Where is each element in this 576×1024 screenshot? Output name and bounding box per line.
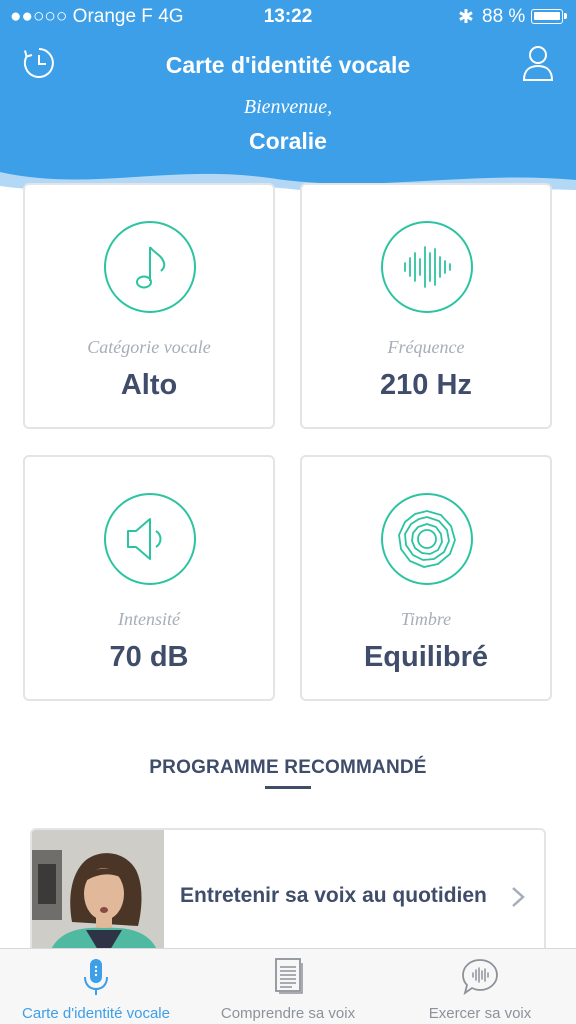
card-value: 70 dB bbox=[109, 641, 189, 673]
card-value: Equilibré bbox=[363, 641, 489, 673]
tab-label: Exercer sa voix bbox=[428, 1005, 532, 1022]
tab-bar: Carte d'identité vocale Comprendre sa vo… bbox=[0, 948, 576, 1024]
program-title: Entretenir sa voix au quotidien bbox=[180, 884, 487, 907]
waveform-icon bbox=[381, 221, 473, 313]
tab-vocal-id[interactable]: Carte d'identité vocale bbox=[0, 949, 192, 1024]
microphone-icon bbox=[84, 959, 108, 995]
section-underline bbox=[265, 786, 311, 789]
chevron-right-icon bbox=[512, 887, 525, 907]
card-timbre[interactable]: Timbre Equilibré bbox=[300, 455, 552, 701]
music-note-icon bbox=[104, 221, 196, 313]
card-vocal-category[interactable]: Catégorie vocale Alto bbox=[23, 183, 275, 429]
card-label: Intensité bbox=[118, 609, 180, 629]
recommended-program-card[interactable]: Entretenir sa voix au quotidien bbox=[30, 828, 546, 958]
card-label: Fréquence bbox=[387, 337, 465, 357]
tab-label: Carte d'identité vocale bbox=[22, 1005, 170, 1022]
bluetooth-icon: ✱ bbox=[458, 7, 474, 28]
speaker-icon bbox=[104, 493, 196, 585]
document-icon bbox=[275, 958, 303, 994]
card-label: Catégorie vocale bbox=[87, 337, 211, 357]
tab-label: Comprendre sa voix bbox=[220, 1005, 356, 1022]
tab-understand-voice[interactable]: Comprendre sa voix bbox=[192, 949, 384, 1024]
page-title: Carte d'identité vocale bbox=[165, 52, 411, 78]
battery-icon bbox=[531, 9, 567, 24]
timbre-rings-icon bbox=[381, 493, 473, 585]
card-value: Alto bbox=[120, 369, 178, 401]
program-thumbnail bbox=[32, 830, 164, 956]
speech-bubble-icon bbox=[462, 959, 498, 996]
status-bar: ●●○○○ Orange F 4G 13:22 ✱ 88 % bbox=[0, 0, 576, 34]
header: ●●○○○ Orange F 4G 13:22 ✱ 88 % Carte d'i… bbox=[0, 0, 576, 200]
battery-percent: 88 % bbox=[482, 6, 526, 27]
card-value: 210 Hz bbox=[380, 369, 472, 401]
tab-practice-voice[interactable]: Exercer sa voix bbox=[384, 949, 576, 1024]
section-title: PROGRAMME RECOMMANDÉ bbox=[149, 757, 427, 778]
welcome-text: Bienvenue, bbox=[243, 96, 333, 118]
profile-icon[interactable] bbox=[521, 44, 555, 82]
card-label: Timbre bbox=[400, 609, 452, 629]
card-intensity[interactable]: Intensité 70 dB bbox=[23, 455, 275, 701]
card-frequency[interactable]: Fréquence 210 Hz bbox=[300, 183, 552, 429]
